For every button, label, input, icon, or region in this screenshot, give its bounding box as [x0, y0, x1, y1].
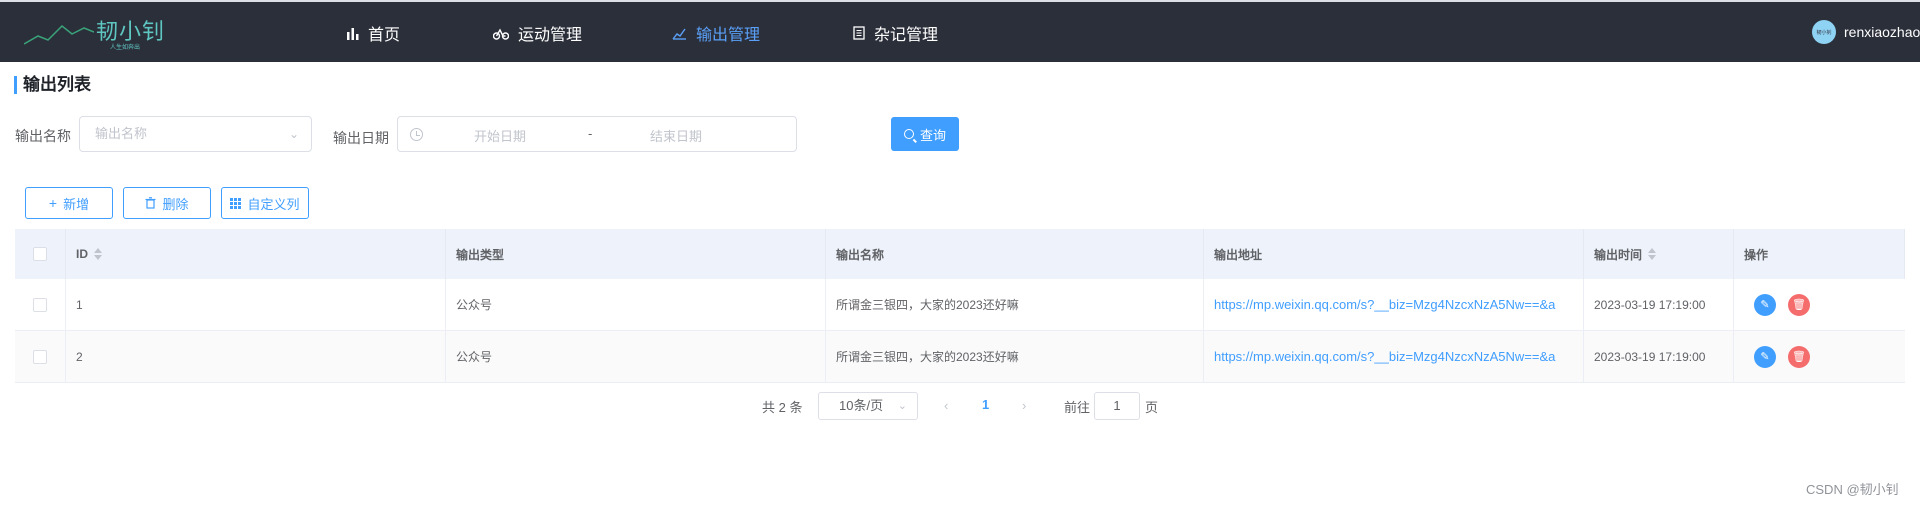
- output-url-link[interactable]: https://mp.weixin.qq.com/s?__biz=Mzg4Nzc…: [1214, 297, 1555, 312]
- table-header: ID 输出类型 输出名称 输出地址 输出时间 操作: [15, 229, 1905, 279]
- cell-name: 所谓金三银四，大家的2023还好嘛: [826, 279, 1204, 330]
- delete-icon[interactable]: 🗑: [1788, 293, 1810, 316]
- top-navbar: 韧小钊 人生如奔出 首页 运动管理 输出管理 杂记管理 韧小钊 renxiaoz…: [0, 0, 1920, 62]
- cell-time: 2023-03-19 17:19:00: [1584, 279, 1734, 330]
- header-type-label: 输出类型: [456, 247, 505, 262]
- add-button-label: 新增: [63, 196, 90, 212]
- row-checkbox-cell: [15, 279, 66, 330]
- grid-icon: [230, 197, 242, 209]
- row-checkbox-cell: [15, 331, 66, 382]
- logo[interactable]: 韧小钊 人生如奔出: [24, 12, 174, 52]
- custom-columns-button[interactable]: 自定义列: [221, 187, 309, 219]
- header-actions: 操作: [1734, 229, 1905, 279]
- nav-home-label: 首页: [368, 27, 401, 44]
- cell-actions: ✎ 🗑: [1734, 331, 1905, 382]
- nav-notes-label: 杂记管理: [874, 27, 939, 44]
- output-date-label: 输出日期: [333, 130, 389, 146]
- query-button-label: 查询: [919, 127, 946, 143]
- header-name-label: 输出名称: [836, 247, 885, 262]
- sort-icon[interactable]: [94, 248, 102, 260]
- page-title: 输出列表: [14, 76, 91, 94]
- cell-type: 公众号: [446, 331, 826, 382]
- output-table: ID 输出类型 输出名称 输出地址 输出时间 操作 1 公众号 所谓金三银四，大…: [15, 229, 1905, 383]
- date-range-picker[interactable]: 开始日期 - 结束日期: [397, 116, 797, 152]
- custom-columns-label: 自定义列: [247, 196, 300, 212]
- sort-icon[interactable]: [1648, 248, 1657, 260]
- bar-chart-icon: [347, 27, 359, 40]
- cell-url: https://mp.weixin.qq.com/s?__biz=Mzg4Nzc…: [1204, 279, 1584, 330]
- table-row[interactable]: 1 公众号 所谓金三银四，大家的2023还好嘛 https://mp.weixi…: [15, 279, 1905, 331]
- date-separator: -: [588, 126, 593, 141]
- delete-button-label: 删除: [162, 196, 189, 212]
- output-name-label: 输出名称: [15, 128, 71, 144]
- cell-id: 2: [66, 331, 446, 382]
- watermark: CSDN @韧小钊: [1806, 482, 1899, 497]
- edit-icon[interactable]: ✎: [1754, 293, 1776, 316]
- nav-home[interactable]: 首页: [346, 22, 400, 44]
- nav-notes[interactable]: 杂记管理: [853, 22, 938, 44]
- notebook-icon: [853, 26, 865, 40]
- cell-actions: ✎ 🗑: [1734, 279, 1905, 330]
- header-id[interactable]: ID: [66, 229, 446, 279]
- logo-subtitle: 人生如奔出: [110, 45, 141, 51]
- query-button[interactable]: 查询: [891, 117, 959, 151]
- header-id-label: ID: [76, 247, 88, 261]
- header-type: 输出类型: [446, 229, 826, 279]
- edit-icon[interactable]: ✎: [1754, 345, 1776, 368]
- goto-prefix: 前往: [1064, 400, 1091, 415]
- start-date-input[interactable]: 开始日期: [474, 126, 526, 145]
- delete-button[interactable]: 删除: [123, 187, 211, 219]
- user-menu[interactable]: 韧小钊 renxiaozhao: [1812, 20, 1920, 44]
- chevron-down-icon: ⌄: [897, 400, 907, 412]
- output-name-placeholder: 输出名称: [95, 126, 148, 141]
- search-icon: [903, 129, 914, 139]
- row-checkbox[interactable]: [33, 297, 47, 312]
- prev-page-icon[interactable]: ‹: [944, 398, 948, 413]
- select-all-checkbox[interactable]: [33, 247, 47, 261]
- username: renxiaozhao: [1844, 24, 1920, 40]
- nav-sports-label: 运动管理: [518, 27, 583, 44]
- output-name-select[interactable]: 输出名称 ⌄: [79, 116, 312, 152]
- chevron-down-icon: ⌄: [288, 127, 299, 141]
- cell-type: 公众号: [446, 279, 826, 330]
- row-checkbox[interactable]: [33, 349, 47, 364]
- plus-icon: +: [48, 195, 58, 211]
- clock-icon: [410, 128, 423, 141]
- header-time-label: 输出时间: [1594, 247, 1643, 262]
- nav-output[interactable]: 输出管理: [672, 22, 760, 44]
- page-size-value: 10条/页: [839, 398, 884, 413]
- page-size-select[interactable]: 10条/页 ⌄: [818, 392, 918, 420]
- delete-icon[interactable]: 🗑: [1788, 345, 1810, 368]
- chart-edit-icon: [672, 28, 686, 40]
- cell-url: https://mp.weixin.qq.com/s?__biz=Mzg4Nzc…: [1204, 331, 1584, 382]
- cell-id: 1: [66, 279, 446, 330]
- next-page-icon[interactable]: ›: [1022, 398, 1026, 413]
- goto-page-input[interactable]: 1: [1094, 392, 1140, 420]
- goto-suffix: 页: [1145, 400, 1159, 415]
- cell-time: 2023-03-19 17:19:00: [1584, 331, 1734, 382]
- bicycle-icon: [493, 28, 509, 40]
- logo-mountain-icon: [24, 24, 94, 45]
- trash-icon: [145, 197, 156, 209]
- end-date-input[interactable]: 结束日期: [650, 126, 702, 145]
- header-url-label: 输出地址: [1214, 247, 1263, 262]
- output-url-link[interactable]: https://mp.weixin.qq.com/s?__biz=Mzg4Nzc…: [1214, 349, 1555, 364]
- header-actions-label: 操作: [1744, 247, 1769, 262]
- header-time[interactable]: 输出时间: [1584, 229, 1734, 279]
- nav-sports[interactable]: 运动管理: [493, 22, 582, 44]
- avatar: 韧小钊: [1812, 20, 1836, 44]
- current-page[interactable]: 1: [982, 397, 989, 412]
- pagination-total: 共 2 条: [762, 400, 803, 415]
- header-name: 输出名称: [826, 229, 1204, 279]
- header-url: 输出地址: [1204, 229, 1584, 279]
- header-checkbox-cell: [15, 229, 66, 279]
- nav-output-label: 输出管理: [696, 27, 761, 44]
- add-button[interactable]: + 新增: [25, 187, 113, 219]
- table-row[interactable]: 2 公众号 所谓金三银四，大家的2023还好嘛 https://mp.weixi…: [15, 331, 1905, 383]
- cell-name: 所谓金三银四，大家的2023还好嘛: [826, 331, 1204, 382]
